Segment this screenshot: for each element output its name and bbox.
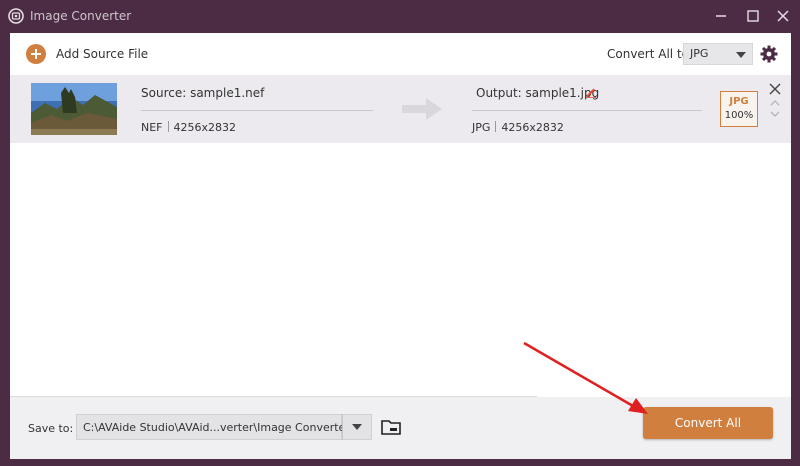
title-bar: Image Converter <box>0 0 800 33</box>
edit-pencil-icon[interactable] <box>585 86 597 98</box>
arrow-right-icon <box>402 98 442 120</box>
plus-icon <box>26 44 46 64</box>
file-list-area <box>10 143 791 396</box>
add-source-file-button[interactable]: Add Source File <box>26 43 148 65</box>
close-icon[interactable] <box>775 8 791 24</box>
badge-format: JPG <box>729 96 749 107</box>
close-icon[interactable] <box>769 83 781 95</box>
output-file-info: JPG 4256x2832 <box>472 121 564 134</box>
convert-all-format-select[interactable]: JPG <box>683 43 753 65</box>
divider <box>472 110 702 111</box>
save-to-label: Save to: <box>28 422 74 435</box>
separator <box>167 121 169 132</box>
output-format-badge[interactable]: JPG 100% <box>720 91 758 127</box>
save-path-value: C:\AVAide Studio\AVAid...verter\Image Co… <box>83 421 350 434</box>
output-resolution: 4256x2832 <box>501 121 564 134</box>
separator <box>495 121 497 132</box>
main-panel: Add Source File Convert All to: JPG Sour… <box>10 33 791 459</box>
source-file-info: NEF 4256x2832 <box>141 121 236 134</box>
add-source-file-label: Add Source File <box>56 47 149 61</box>
badge-quality: 100% <box>724 110 754 121</box>
chevron-down-icon <box>736 52 746 58</box>
maximize-icon[interactable] <box>745 8 761 24</box>
file-item-row[interactable]: Source: sample1.nef NEF 4256x2832 Output:… <box>10 75 791 143</box>
save-path-field[interactable]: C:\AVAide Studio\AVAid...verter\Image Co… <box>76 414 350 440</box>
divider <box>141 110 373 111</box>
gear-icon[interactable] <box>760 45 778 63</box>
toolbar: Add Source File Convert All to: JPG <box>10 33 791 73</box>
folder-icon[interactable] <box>381 418 401 436</box>
minimize-icon[interactable] <box>713 8 729 24</box>
output-format: JPG <box>472 121 491 134</box>
chevron-down-icon[interactable] <box>770 110 780 118</box>
app-logo-icon <box>8 8 24 24</box>
convert-all-to-label: Convert All to: <box>607 47 694 61</box>
save-path-dropdown-button[interactable] <box>342 414 372 440</box>
chevron-up-icon[interactable] <box>770 99 780 107</box>
output-file-name: Output: sample1.jpg <box>476 86 600 100</box>
file-thumbnail <box>31 83 117 135</box>
chevron-down-icon <box>352 424 362 430</box>
convert-all-format-value: JPG <box>690 47 709 60</box>
window-title: Image Converter <box>30 9 132 23</box>
source-format: NEF <box>141 121 163 134</box>
source-file-name: Source: sample1.nef <box>141 86 265 100</box>
footer-bar: Save to: C:\AVAide Studio\AVAid...verter… <box>10 397 791 459</box>
convert-all-button[interactable]: Convert All <box>643 407 773 439</box>
source-resolution: 4256x2832 <box>173 121 237 134</box>
